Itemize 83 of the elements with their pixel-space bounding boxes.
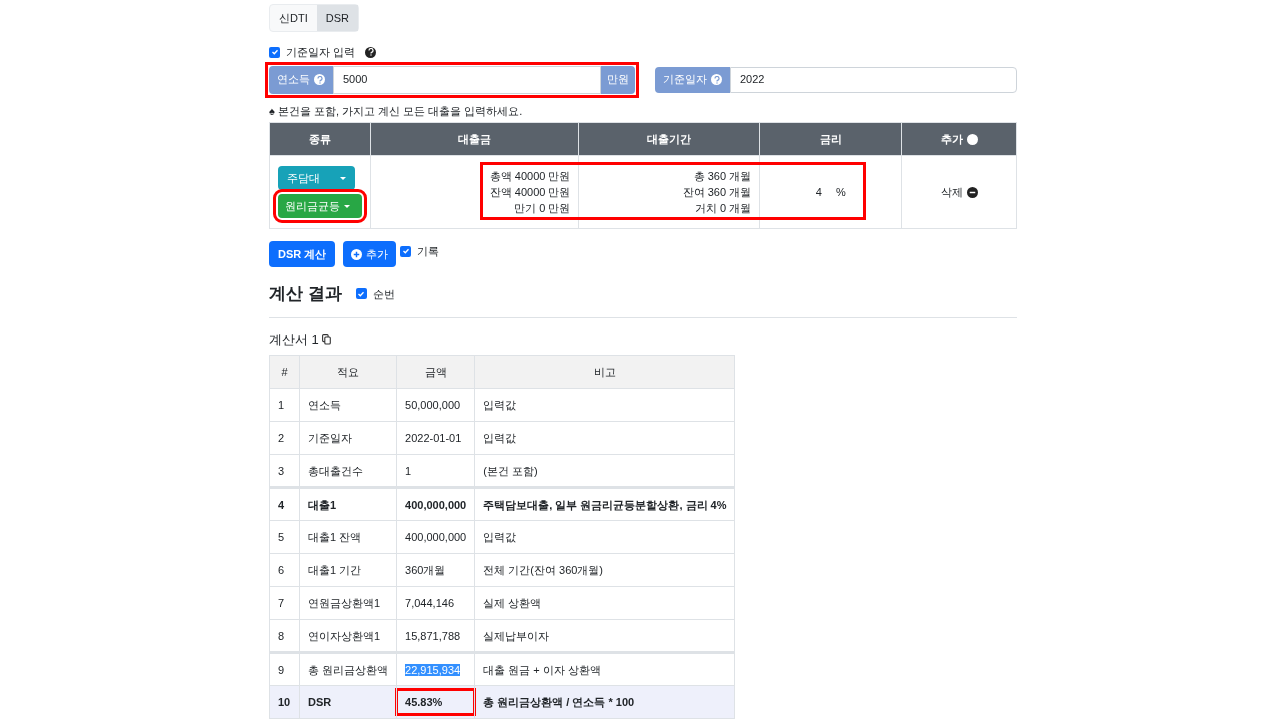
table-cell: 입력값 (483, 399, 517, 411)
table-cell: 전체 기간(잔여 360개월) (483, 564, 604, 576)
column-header: 비고 (474, 355, 735, 389)
table-cell: 5 (278, 531, 285, 543)
table-cell: 연이자상환액1 (308, 629, 381, 642)
notice-text: ♠ 본건을 포함, 가지고 계신 모든 대출을 입력하세요. (269, 103, 524, 119)
column-header: 종류 (269, 122, 371, 156)
table-cell-text: 22,915,934 (404, 662, 462, 678)
table-cell: 1 (278, 399, 285, 411)
period-text: 거치 0 개월 (693, 201, 752, 216)
help-icon (711, 74, 722, 85)
caret-icon (340, 176, 346, 180)
date-field[interactable]: 2022 (730, 66, 1017, 93)
tab[interactable]: DSR (316, 5, 358, 31)
unit-label: 만원 (601, 65, 635, 94)
table-cell: 3 (278, 464, 285, 477)
amount-text: 만기 0 만원 (513, 201, 571, 216)
table-cell-text: 15,871,788 (404, 628, 462, 644)
column-header: 대출기간 (578, 122, 760, 156)
table-cell: 9 (278, 663, 285, 676)
table-cell: 총 원리금상환액 (308, 663, 389, 676)
column-header: # (269, 355, 300, 389)
checkbox-label: 기록 (417, 244, 440, 259)
table-cell: 대출1 잔액 (308, 531, 362, 543)
table-cell: 대출 원금 + 이자 상환액 (483, 663, 601, 676)
column-header: 금리 (759, 122, 902, 156)
table-cell: 7 (278, 597, 285, 609)
period-text: 총 360 개월 (692, 169, 752, 184)
table-cell-text: 400,000,000 (404, 530, 468, 545)
input-label: 기준일자 (655, 66, 730, 93)
table-cell-text: 360개월 (404, 563, 447, 578)
minus-icon (966, 186, 978, 198)
checkbox[interactable] (400, 245, 412, 257)
table-cell: 10 (278, 696, 291, 708)
table-cell: 기준일자 (308, 432, 352, 444)
add-button[interactable]: 추가 (343, 241, 397, 267)
table-cell: 대출1 (308, 498, 337, 511)
input-label: 연소득 (269, 65, 333, 94)
table-cell: (본건 포함) (483, 464, 538, 477)
help-icon (365, 46, 377, 58)
table-cell: 입력값 (483, 531, 517, 543)
amount-text: 잔액 40000 만원 (488, 185, 571, 200)
table-cell: 8 (278, 629, 285, 642)
section-title: 계산 결과 (269, 283, 342, 305)
table-cell-text: 50,000,000 (404, 398, 462, 413)
table-cell-text: 1 (404, 463, 413, 479)
table-cell: 2 (278, 432, 285, 444)
income-field[interactable]: 5000 (333, 65, 601, 94)
table-cell-text: 7,044,146 (404, 596, 455, 611)
caret-icon (344, 204, 350, 208)
table-cell: 45.83% (395, 688, 477, 716)
tab[interactable]: 신DTI (270, 5, 317, 31)
percent-unit: % (835, 185, 846, 198)
rate-value: 4 (815, 185, 822, 198)
column-header: 추가 (901, 122, 1017, 156)
column-header: 금액 (396, 355, 475, 389)
table-cell: 6 (278, 564, 285, 576)
table-cell: DSR (308, 696, 332, 708)
checkbox[interactable] (355, 288, 367, 300)
table-cell: 4 (278, 498, 285, 511)
column-header: 대출금 (370, 122, 579, 156)
table-cell: 실제납부이자 (483, 629, 550, 642)
table-cell: 총대출건수 (308, 464, 363, 477)
help-icon (314, 74, 325, 85)
table-cell: 실제 상환액 (483, 597, 542, 609)
column-header: 적요 (299, 355, 397, 389)
table-cell: 주택담보대출, 일부 원금리균등분할상환, 금리 4% (483, 498, 727, 511)
table-cell: 총 원리금상환액 / 연소득 * 100 (483, 696, 635, 708)
table-cell: 연소득 (308, 399, 341, 411)
table-cell-text: 400,000,000 (404, 497, 468, 513)
table-cell: 연원금상환액1 (308, 597, 381, 609)
copy-icon (321, 333, 331, 345)
checkbox-label: 기준일자 입력 (286, 45, 356, 60)
sheet-title: 계산서 1 (269, 330, 319, 349)
period-text: 잔여 360 개월 (681, 185, 752, 200)
amount-text: 총액 40000 만원 (488, 169, 571, 184)
checkbox[interactable] (269, 46, 280, 58)
dsr-calculate-button[interactable]: DSR 계산 (269, 241, 336, 267)
table-cell: 대출1 기간 (308, 564, 362, 576)
checkbox-label: 순번 (372, 286, 395, 302)
table-cell: 입력값 (483, 432, 517, 444)
table-cell-text: 2022-01-01 (404, 431, 463, 446)
delete-button[interactable]: 삭제 (940, 183, 978, 201)
